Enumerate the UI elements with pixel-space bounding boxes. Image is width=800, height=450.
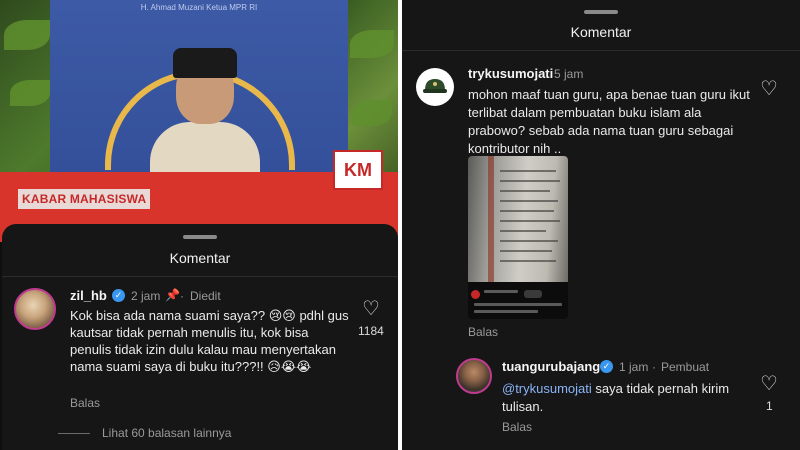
reply-text: @trykusumojati saya tidak pernah kirim t…: [502, 380, 742, 416]
creator-label: Pembuat: [661, 360, 710, 374]
poster-portrait: [150, 30, 260, 172]
leaf-decoration: [10, 80, 50, 106]
view-more-replies-button[interactable]: Lihat 60 balasan lainnya: [102, 426, 231, 440]
comment-text: mohon maaf tuan guru, apa benae tuan gur…: [468, 87, 750, 156]
avatar[interactable]: [456, 358, 492, 394]
heart-icon[interactable]: ♡: [760, 374, 778, 394]
right-screenshot-panel: Komentar trykusumojati 5 jam mohon maaf …: [402, 0, 800, 450]
comment-username[interactable]: zil_hb: [70, 288, 107, 303]
thumb-follow-button: [524, 290, 542, 298]
sheet-drag-handle[interactable]: [183, 235, 217, 239]
thumb-avatar: [471, 290, 480, 299]
sheet-title: Komentar: [570, 24, 632, 40]
sheet-drag-handle[interactable]: [584, 10, 618, 14]
cap-avatar-icon: [423, 79, 447, 93]
comment-username[interactable]: trykusumojati: [468, 66, 553, 81]
verified-badge-icon: ✓: [600, 360, 613, 373]
comments-sheet: Komentar zil_hb ✓ 2 jam 📌 · Diedit Kok b…: [2, 224, 398, 450]
reply-button[interactable]: Balas: [502, 420, 532, 434]
poster-caption: H. Ahmad Muzani Ketua MPR RI: [140, 3, 258, 12]
kabar-mahasiswa-label: KABAR MAHASISWA: [18, 189, 151, 209]
leaf-decoration: [350, 30, 394, 58]
reply-username[interactable]: tuangurubajang: [502, 359, 600, 374]
reply-time: 1 jam: [619, 360, 649, 374]
like-count: 1184: [358, 324, 384, 338]
verified-badge-icon: ✓: [112, 289, 125, 302]
pin-icon: 📌: [165, 288, 180, 302]
like-count: 1: [766, 399, 773, 413]
left-screenshot-panel: H. Ahmad Muzani Ketua MPR RI KM KABAR MA…: [0, 0, 398, 450]
leaf-decoration: [352, 100, 392, 126]
comment-text: Kok bisa ada nama suami saya?? 😢😢 pdhl g…: [70, 308, 349, 374]
avatar[interactable]: [416, 68, 454, 106]
heart-icon[interactable]: ♡: [760, 79, 778, 99]
reply-button[interactable]: Balas: [468, 325, 498, 339]
replies-line-icon: [58, 433, 90, 434]
comment-time: 2 jam: [131, 289, 161, 303]
km-logo: KM: [333, 150, 383, 190]
heart-icon[interactable]: ♡: [362, 299, 380, 319]
avatar[interactable]: [14, 288, 56, 330]
reply-button[interactable]: Balas: [70, 396, 100, 410]
sheet-title: Komentar: [169, 250, 231, 266]
post-image-poster: H. Ahmad Muzani Ketua MPR RI: [50, 0, 348, 172]
leaf-decoration: [4, 20, 50, 50]
divider: [2, 276, 398, 277]
attached-book-photo[interactable]: [468, 156, 568, 319]
edited-label: Diedit: [190, 289, 221, 303]
mention-link[interactable]: @trykusumojati: [502, 381, 592, 396]
comment-time: 5 jam: [554, 67, 584, 81]
divider: [402, 50, 800, 51]
